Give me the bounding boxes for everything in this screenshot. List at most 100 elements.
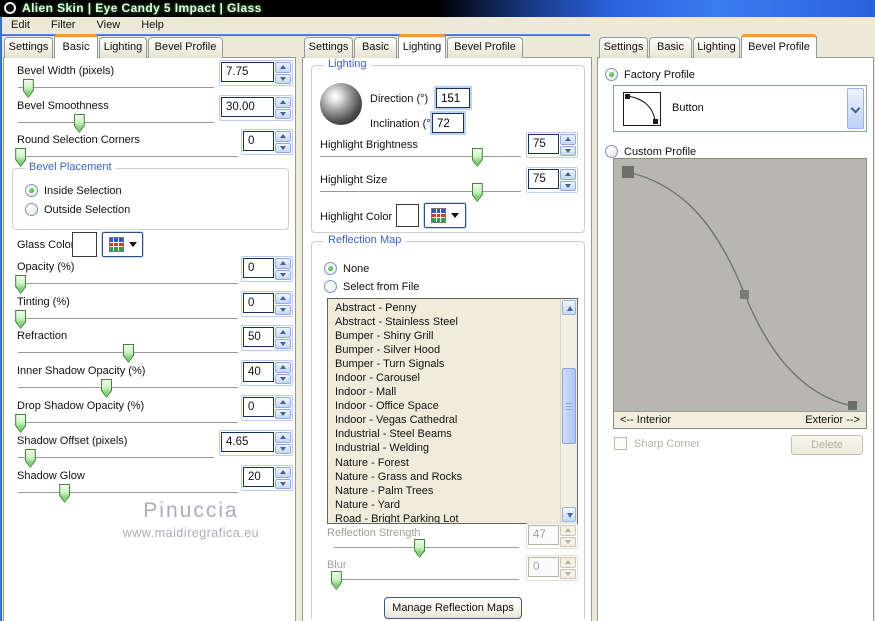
mid-tab-basic[interactable]: Basic bbox=[354, 37, 397, 58]
highlight-size-input[interactable] bbox=[528, 169, 559, 189]
spinner-up-icon[interactable] bbox=[560, 169, 576, 180]
shadow-offset-input[interactable] bbox=[221, 432, 274, 452]
spinner-down-icon[interactable] bbox=[275, 374, 291, 385]
list-item[interactable]: Industrial - Steel Beams bbox=[335, 427, 560, 441]
inclination-input[interactable] bbox=[432, 113, 464, 133]
refraction-input[interactable] bbox=[243, 327, 274, 347]
spinner-up-icon[interactable] bbox=[275, 293, 291, 304]
list-item[interactable]: Nature - Grass and Rocks bbox=[335, 470, 560, 484]
right-tab-lighting[interactable]: Lighting bbox=[693, 37, 740, 58]
slider-thumb[interactable] bbox=[101, 379, 112, 398]
inside-selection-radio[interactable] bbox=[25, 184, 38, 197]
list-item[interactable]: Bumper - Turn Signals bbox=[335, 357, 560, 371]
scroll-up-icon[interactable] bbox=[562, 300, 576, 315]
glass-color-swatch[interactable] bbox=[72, 232, 97, 257]
highlight-color-swatch[interactable] bbox=[396, 204, 419, 227]
slider-thumb[interactable] bbox=[472, 183, 483, 202]
factory-profile-radio[interactable] bbox=[605, 68, 618, 81]
outside-selection-radio[interactable] bbox=[25, 203, 38, 216]
list-item[interactable]: Bumper - Silver Hood bbox=[335, 343, 560, 357]
highlight-brightness-input[interactable] bbox=[528, 134, 559, 154]
spinner-up-icon[interactable] bbox=[275, 62, 291, 73]
slider-thumb[interactable] bbox=[74, 114, 85, 133]
slider-thumb[interactable] bbox=[25, 449, 36, 468]
reflection-from-file-radio[interactable] bbox=[324, 280, 337, 293]
list-item[interactable]: Indoor - Mall bbox=[335, 385, 560, 399]
highlight-size-slider[interactable] bbox=[320, 191, 521, 193]
list-item[interactable]: Industrial - Welding bbox=[335, 441, 560, 455]
list-item[interactable]: Indoor - Office Space bbox=[335, 399, 560, 413]
spinner-up-icon[interactable] bbox=[275, 131, 291, 142]
light-direction-ball[interactable] bbox=[320, 83, 362, 125]
opacity-slider[interactable] bbox=[18, 283, 238, 285]
refraction-slider[interactable] bbox=[18, 352, 238, 354]
curve-handle-start[interactable] bbox=[622, 166, 634, 178]
spinner-up-icon[interactable] bbox=[275, 362, 291, 373]
glass-color-picker-button[interactable] bbox=[102, 232, 143, 257]
bevel-width-slider[interactable] bbox=[18, 87, 214, 89]
spinner-up-icon[interactable] bbox=[560, 134, 576, 145]
spinner-down-icon[interactable] bbox=[560, 181, 576, 192]
right-tab-bevel-profile[interactable]: Bevel Profile bbox=[741, 34, 817, 58]
list-item[interactable]: Nature - Palm Trees bbox=[335, 484, 560, 498]
highlight-color-picker-button[interactable] bbox=[424, 203, 466, 228]
spinner-up-icon[interactable] bbox=[275, 327, 291, 338]
list-item[interactable]: Abstract - Penny bbox=[335, 301, 560, 315]
spinner-down-icon[interactable] bbox=[275, 305, 291, 316]
highlight-brightness-slider[interactable] bbox=[320, 156, 521, 158]
reflection-none-radio[interactable] bbox=[324, 262, 337, 275]
custom-profile-radio[interactable] bbox=[605, 145, 618, 158]
slider-thumb[interactable] bbox=[15, 310, 26, 329]
bevel-smoothness-input[interactable] bbox=[221, 97, 274, 117]
bevel-width-input[interactable] bbox=[221, 62, 274, 82]
spinner-down-icon[interactable] bbox=[275, 143, 291, 154]
mid-tab-settings[interactable]: Settings bbox=[304, 37, 353, 58]
factory-profile-dropdown[interactable]: Button bbox=[613, 85, 867, 132]
dropdown-open-button[interactable] bbox=[847, 88, 864, 129]
left-tab-settings[interactable]: Settings bbox=[4, 37, 53, 58]
tinting-input[interactable] bbox=[243, 293, 274, 313]
opacity-input[interactable] bbox=[243, 258, 274, 278]
list-item[interactable]: Indoor - Carousel bbox=[335, 371, 560, 385]
left-tab-basic[interactable]: Basic bbox=[54, 34, 98, 58]
round-corners-slider[interactable] bbox=[18, 156, 238, 158]
spinner-down-icon[interactable] bbox=[275, 74, 291, 85]
shadow-offset-slider[interactable] bbox=[18, 457, 214, 459]
curve-handle-end[interactable] bbox=[848, 401, 857, 410]
scroll-down-icon[interactable] bbox=[562, 507, 576, 522]
drop-shadow-slider[interactable] bbox=[18, 422, 238, 424]
shadow-glow-slider[interactable] bbox=[18, 492, 238, 494]
slider-thumb[interactable] bbox=[123, 344, 134, 363]
manage-reflection-maps-button[interactable]: Manage Reflection Maps bbox=[384, 597, 522, 619]
slider-thumb[interactable] bbox=[23, 79, 34, 98]
spinner-down-icon[interactable] bbox=[275, 109, 291, 120]
menu-edit[interactable]: Edit bbox=[2, 17, 39, 34]
spinner-up-icon[interactable] bbox=[275, 258, 291, 269]
spinner-down-icon[interactable] bbox=[560, 146, 576, 157]
right-tab-settings[interactable]: Settings bbox=[599, 37, 648, 58]
mid-tab-lighting[interactable]: Lighting bbox=[398, 34, 446, 58]
bevel-smoothness-slider[interactable] bbox=[18, 122, 214, 124]
spinner-up-icon[interactable] bbox=[275, 97, 291, 108]
drop-shadow-input[interactable] bbox=[243, 397, 274, 417]
round-corners-input[interactable] bbox=[243, 131, 274, 151]
mid-tab-bevel-profile[interactable]: Bevel Profile bbox=[447, 37, 523, 58]
curve-handle-mid[interactable] bbox=[740, 290, 749, 299]
left-tab-lighting[interactable]: Lighting bbox=[99, 37, 147, 58]
list-item[interactable]: Road - Bright Parking Lot bbox=[335, 512, 560, 524]
left-tab-bevel-profile[interactable]: Bevel Profile bbox=[148, 37, 223, 58]
direction-input[interactable] bbox=[436, 88, 470, 108]
slider-thumb[interactable] bbox=[15, 275, 26, 294]
spinner-up-icon[interactable] bbox=[275, 397, 291, 408]
slider-thumb[interactable] bbox=[15, 414, 26, 433]
list-item[interactable]: Indoor - Vegas Cathedral bbox=[335, 413, 560, 427]
list-item[interactable]: Nature - Forest bbox=[335, 456, 560, 470]
spinner-down-icon[interactable] bbox=[275, 270, 291, 281]
menu-view[interactable]: View bbox=[88, 17, 130, 34]
spinner-up-icon[interactable] bbox=[275, 467, 291, 478]
tinting-slider[interactable] bbox=[18, 318, 238, 320]
spinner-up-icon[interactable] bbox=[275, 432, 291, 443]
menu-help[interactable]: Help bbox=[132, 17, 173, 34]
inner-shadow-slider[interactable] bbox=[18, 387, 238, 389]
spinner-down-icon[interactable] bbox=[275, 479, 291, 490]
